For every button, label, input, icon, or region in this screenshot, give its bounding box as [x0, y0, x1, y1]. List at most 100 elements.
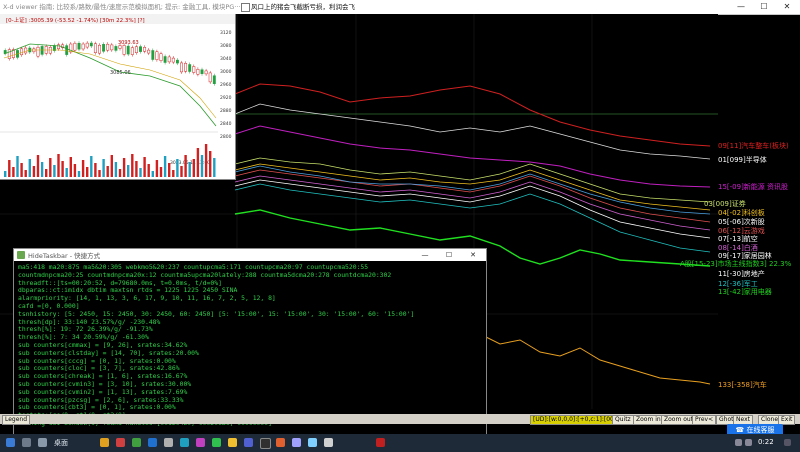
volume-bar [28, 159, 31, 177]
candle [110, 44, 114, 51]
volume-bar [192, 159, 195, 177]
app-icon-lilac[interactable] [292, 438, 301, 447]
candle [208, 72, 212, 83]
console-line: sub counters[cvmin3] = [3, 10], srates:3… [18, 380, 192, 388]
volume-bar [209, 151, 212, 177]
console-line: ma5:418 ma20:875 ma5&20:305 webkmo5&20:2… [18, 263, 369, 271]
index-mini-chart[interactable]: [0-上证] :3005.39 (-53.52 -1.74%) [30m 22.… [0, 14, 236, 180]
app-icon-crimson[interactable] [376, 438, 385, 447]
console-maximize-button[interactable]: ☐ [438, 248, 460, 262]
volume-bar [151, 171, 154, 177]
volume-bar [147, 164, 150, 177]
volume-bar [32, 166, 36, 177]
volume-bar [40, 162, 44, 177]
volume-icon[interactable] [745, 439, 752, 446]
candle [134, 46, 138, 53]
volume-bar [184, 155, 187, 177]
terminal-task-icon[interactable] [260, 438, 271, 449]
app-icon-orange[interactable] [276, 438, 285, 447]
volume-bar [98, 170, 101, 177]
console-minimize-button[interactable]: — [414, 248, 436, 262]
notification-icon[interactable] [784, 439, 791, 446]
volume-bar [155, 160, 159, 177]
candle [196, 69, 200, 75]
toolbar-button-quitz[interactable]: Quitz [612, 415, 634, 425]
volume-bar [168, 163, 171, 177]
maximize-button[interactable]: ☐ [753, 0, 775, 14]
toolbar-button-zoom-out[interactable]: Zoom out [661, 415, 697, 425]
start-icon[interactable] [6, 438, 15, 447]
console-window[interactable]: HideTaskbar - 快捷方式 — ☐ ✕ ma5:418 ma20:87… [13, 248, 487, 436]
price-label: 2840 [220, 121, 232, 127]
console-close-button[interactable]: ✕ [462, 248, 484, 262]
volume-bar [16, 156, 19, 177]
candle [106, 43, 110, 51]
volume-bar [57, 154, 60, 177]
candle [40, 46, 44, 55]
console-output[interactable]: ma5:418 ma20:875 ma5&20:305 webkmo5&20:2… [14, 261, 486, 435]
candle [102, 44, 106, 52]
sector-label: 133[-358]汽车 [718, 381, 767, 389]
volume-bar [180, 166, 183, 177]
sector-label: 05[-06]次新股 [718, 218, 765, 226]
legend-button[interactable]: Legend [2, 415, 31, 425]
candle [89, 42, 93, 47]
network-icon[interactable] [735, 439, 742, 446]
volume-bar [139, 168, 142, 177]
sector-label: 15[-09]新能源 资讯股 [718, 183, 789, 191]
toolbar-button-prev-[interactable]: Prev< [692, 415, 717, 425]
candle [7, 49, 11, 59]
console-line: sub counters[clstday] = [14, 70], srates… [18, 348, 199, 357]
app-icon-indigo[interactable] [244, 438, 253, 447]
volume-bar [65, 168, 68, 177]
mini-header: [0-上证] :3005.39 (-53.52 -1.74%) [30m 22.… [6, 16, 145, 24]
candle [212, 75, 216, 84]
candle [167, 56, 171, 63]
volume-bar [159, 167, 163, 177]
close-button[interactable]: ✕ [776, 0, 798, 14]
console-line: countmdnpcma20:25 countmdnpcma20x:12 cou… [18, 270, 392, 279]
app-icon-gray[interactable] [164, 438, 173, 447]
candle [130, 47, 134, 55]
volume-bar [61, 161, 64, 177]
wechat-icon[interactable] [212, 438, 221, 447]
app-icon-light[interactable] [324, 438, 333, 447]
console-line: sub counters[cmmax] = [9, 26], srates:34… [18, 341, 188, 349]
sector-label: 08[-14]白酒 [718, 244, 758, 252]
search-icon[interactable] [22, 438, 31, 447]
sector-label: 12[-36]军工 [718, 280, 758, 288]
volume-bar [135, 161, 138, 177]
sector-line-garden [234, 179, 711, 239]
price-label: 3040 [220, 56, 232, 62]
candle [57, 44, 60, 50]
console-line: tsnhistory: [5: 2450, 15: 2450, 30: 2450… [18, 309, 415, 318]
console-titlebar[interactable]: HideTaskbar - 快捷方式 — ☐ ✕ [14, 249, 486, 261]
option-checkbox[interactable] [241, 3, 250, 12]
sector-line-newenergy [234, 125, 711, 188]
volume-bar [172, 170, 175, 177]
toolbar-button-zoom-in[interactable]: Zoom in [633, 415, 664, 425]
task-view-icon[interactable] [38, 438, 47, 447]
candle [188, 64, 192, 72]
volume-bar [200, 155, 204, 177]
sector-label: 13[-42]家用电器 [718, 288, 772, 296]
app-icon-yellow[interactable] [228, 438, 237, 447]
app-icon-teal[interactable] [180, 438, 189, 447]
app-icon-red[interactable] [116, 438, 125, 447]
minimize-button[interactable]: — [730, 0, 752, 14]
volume-bar [45, 169, 48, 177]
app-icon-sky[interactable] [308, 438, 317, 447]
chart-toolbar: Legend [UD]:[w:0,0,0]:[+0,c:1]:[00:22:28… [0, 414, 800, 425]
browser-icon[interactable] [148, 438, 157, 447]
volume-bar [24, 170, 27, 177]
price-axis: 3120 3080 3040 3000 2960 2920 2880 2840 2800 [220, 30, 232, 140]
desktop-label[interactable]: 桌面 [54, 438, 68, 448]
candle [184, 63, 188, 72]
candle [81, 43, 85, 50]
folder-icon[interactable] [100, 438, 109, 447]
app-icon-green[interactable] [132, 438, 141, 447]
taskbar: 桌面 0:22 [0, 434, 800, 452]
candle [151, 50, 155, 60]
candle [73, 42, 77, 51]
app-icon-purple[interactable] [196, 438, 205, 447]
